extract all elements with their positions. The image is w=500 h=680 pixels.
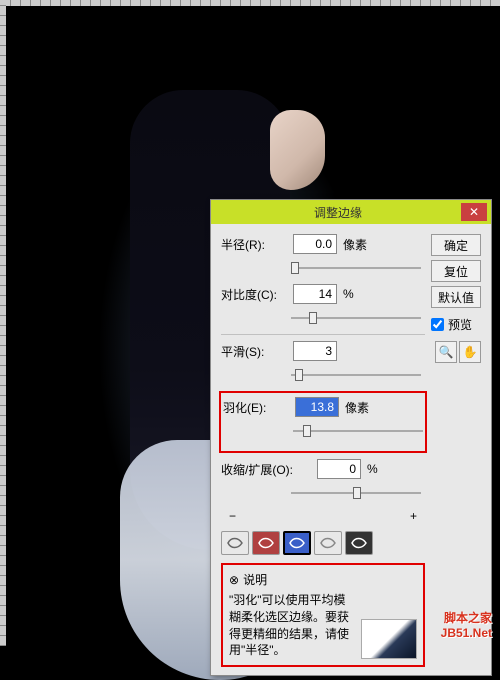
toggle-icon[interactable]: ⊗ <box>229 573 239 587</box>
contrast-input[interactable] <box>293 284 337 304</box>
feather-input[interactable] <box>295 397 339 417</box>
preview-mode-swatches <box>221 531 425 555</box>
minus-icon: − <box>229 509 236 523</box>
feather-unit: 像素 <box>345 399 373 416</box>
feather-label: 羽化(E): <box>223 399 289 416</box>
shrink-unit: % <box>367 462 395 476</box>
dialog-title: 调整边缘 <box>215 204 461 221</box>
feather-row: 羽化(E): 像素 <box>223 397 423 417</box>
watermark: 脚本之家 JB51.Net <box>441 611 492 640</box>
titlebar[interactable]: 调整边缘 ✕ <box>211 200 491 224</box>
separator <box>221 334 425 335</box>
description-box: ⊗ 说明 "羽化"可以使用平均模糊柔化选区边缘。要获得更精细的结果，请使用"半径… <box>221 563 425 667</box>
preview-mode-5[interactable] <box>345 531 373 555</box>
description-label: 说明 <box>243 571 267 588</box>
preview-label: 预览 <box>448 316 472 333</box>
hand-tool-icon[interactable]: ✋ <box>459 341 481 363</box>
reset-button[interactable]: 复位 <box>431 260 481 282</box>
preview-checkbox[interactable] <box>431 318 444 331</box>
default-button[interactable]: 默认值 <box>431 286 481 308</box>
contrast-unit: % <box>343 287 371 301</box>
shrink-row: 收缩/扩展(O): % <box>221 459 425 479</box>
contrast-label: 对比度(C): <box>221 286 287 303</box>
shrink-label: 收缩/扩展(O): <box>221 461 311 478</box>
plus-icon: + <box>410 509 417 523</box>
smooth-input[interactable] <box>293 341 337 361</box>
description-thumbnail <box>361 619 417 659</box>
shrink-input[interactable] <box>317 459 361 479</box>
radius-input[interactable] <box>293 234 337 254</box>
preview-mode-1[interactable] <box>221 531 249 555</box>
close-button[interactable]: ✕ <box>461 203 487 221</box>
ruler-top <box>0 0 500 6</box>
zoom-tool-icon[interactable]: 🔍 <box>435 341 457 363</box>
preview-mode-2[interactable] <box>252 531 280 555</box>
contrast-slider[interactable] <box>291 310 421 326</box>
refine-edge-dialog: 调整边缘 ✕ 半径(R): 像素 对比度(C): % 平滑(S): <box>210 199 492 676</box>
radius-row: 半径(R): 像素 <box>221 234 425 254</box>
preview-mode-3[interactable] <box>283 531 311 555</box>
contrast-row: 对比度(C): % <box>221 284 425 304</box>
radius-slider[interactable] <box>291 260 421 276</box>
ok-button[interactable]: 确定 <box>431 234 481 256</box>
feather-highlight-box: 羽化(E): 像素 <box>219 391 427 453</box>
controls-panel: 半径(R): 像素 对比度(C): % 平滑(S): 羽化(E): <box>221 234 425 667</box>
shrink-slider[interactable] <box>291 485 421 501</box>
smooth-slider[interactable] <box>291 367 421 383</box>
preview-mode-4[interactable] <box>314 531 342 555</box>
shrink-markers: − + <box>221 509 425 523</box>
smooth-label: 平滑(S): <box>221 343 287 360</box>
preview-check-row: 预览 <box>431 316 481 333</box>
radius-unit: 像素 <box>343 236 371 253</box>
feather-slider[interactable] <box>293 423 423 439</box>
button-column: 确定 复位 默认值 预览 🔍 ✋ <box>431 234 481 667</box>
ruler-left <box>0 0 6 646</box>
radius-label: 半径(R): <box>221 236 287 253</box>
smooth-row: 平滑(S): <box>221 341 425 361</box>
